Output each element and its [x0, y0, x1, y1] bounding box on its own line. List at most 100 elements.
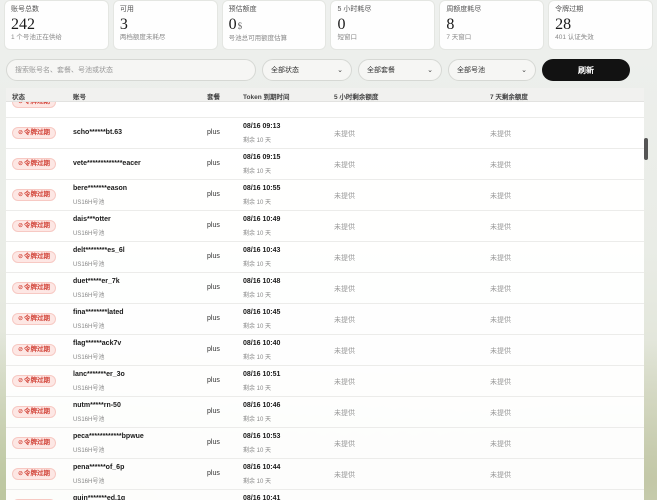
- search-input[interactable]: 搜索账号名、套餐、号池或状态: [6, 59, 256, 81]
- days-left: 剩余 10 天: [243, 355, 272, 361]
- header-token-expiry[interactable]: Token 到期时间: [243, 91, 289, 101]
- quota-7d: 未提供: [490, 348, 511, 355]
- plan-cell: plus: [207, 346, 220, 353]
- filter-bar: 搜索账号名、套餐、号池或状态 全部状态 ⌄ 全部套餐 ⌄ 全部号池 ⌄ 刷新: [6, 57, 651, 83]
- status-badge-text: 令牌过期: [24, 377, 51, 384]
- header-plan[interactable]: 套餐: [207, 91, 220, 101]
- table-row[interactable]: ⊘令牌过期 duet*****er_7k US16H号池 plus 08/16 10:4…: [6, 273, 644, 304]
- plan-cell: plus: [207, 191, 220, 198]
- stat-value: 0: [337, 16, 346, 33]
- token-expiry: 08/16 10:53: [243, 433, 281, 440]
- table-row[interactable]: ⊘令牌过期 bere*******eason US16H号池 plus 08/16 10…: [6, 180, 644, 211]
- plan-cell: plus: [207, 129, 220, 136]
- status-badge: ⊘令牌过期: [12, 220, 57, 232]
- header-status[interactable]: 状态: [12, 91, 25, 101]
- account-name: lanc*******er_3o: [73, 371, 125, 378]
- status-badge: ⊘令牌过期: [12, 313, 57, 325]
- token-expiry: 08/16 10:46: [243, 402, 281, 409]
- table-row[interactable]: ⊘令牌过期 peca************bpwue US16H号池 plus 08/…: [6, 428, 644, 459]
- token-expiry: 08/16 09:15: [243, 154, 281, 161]
- account-name: quin*******ed.1q: [73, 495, 126, 500]
- warning-icon: ⊘: [18, 285, 24, 291]
- table-row[interactable]: ⊘令牌过期 fina********lated US16H号池 plus 08/16 1…: [6, 304, 644, 335]
- table-row[interactable]: ⊘令牌过期 flag******ack7v US16H号池 plus 08/16 10:…: [6, 335, 644, 366]
- quota-5h: 未提供: [334, 348, 355, 355]
- stat-label: 账号总数: [11, 6, 39, 13]
- account-name: peca************bpwue: [73, 433, 144, 440]
- stat-label: 5 小时耗尽: [337, 6, 372, 13]
- plan-cell: plus: [207, 470, 220, 477]
- days-left: 剩余 10 天: [243, 200, 272, 206]
- plan-cell: plus: [207, 377, 220, 384]
- status-badge-text: 令牌过期: [24, 284, 51, 291]
- days-left: 剩余 10 天: [243, 262, 272, 268]
- quota-7d: 未提供: [490, 472, 511, 479]
- days-left: 剩余 10 天: [243, 386, 272, 392]
- status-badge: ⊘令牌过期: [12, 127, 57, 139]
- quota-5h: 未提供: [334, 224, 355, 231]
- table-row[interactable]: ⊘令牌过期 pena******of_6p US16H号池 plus 08/16 10:…: [6, 459, 644, 490]
- accounts-table: ⊘令牌过期⊘令牌过期scho******bt.63plus08/16 09:13…: [6, 88, 644, 500]
- account-pool: US16H号池: [73, 355, 105, 361]
- account-name: scho******bt.63: [73, 129, 123, 136]
- table-row[interactable]: ⊘令牌过期 nutm*****rn-50 US16H号池 plus 08/16 10:4…: [6, 397, 644, 428]
- status-badge-text: 令牌过期: [24, 470, 51, 477]
- warning-icon: ⊘: [18, 471, 24, 477]
- plan-cell: plus: [207, 439, 220, 446]
- quota-7d: 未提供: [490, 255, 511, 262]
- table-row[interactable]: ⊘令牌过期 scho******bt.63 plus 08/16 09:13 剩余 10…: [6, 118, 644, 149]
- days-left: 剩余 10 天: [243, 138, 272, 144]
- table-row[interactable]: ⊘令牌过期 dais***otter US16H号池 plus 08/16 10:49 剩…: [6, 211, 644, 242]
- warning-icon: ⊘: [18, 316, 24, 322]
- status-badge-text: 令牌过期: [24, 129, 51, 136]
- chevron-down-icon: ⌄: [427, 67, 433, 74]
- refresh-button[interactable]: 刷新: [542, 59, 630, 81]
- table-row[interactable]: ⊘令牌过期quin*******ed.1qUS16H号池plus08/16 10…: [6, 490, 644, 500]
- table-row[interactable]: ⊘令牌过期 delt********es_6l US16H号池 plus 08/16 1…: [6, 242, 644, 273]
- table-row[interactable]: ⊘令牌过期 lanc*******er_3o US16H号池 plus 08/16 10…: [6, 366, 644, 397]
- token-expiry: 08/16 10:49: [243, 216, 281, 223]
- account-pool: US16H号池: [73, 417, 105, 423]
- pool-select[interactable]: 全部号池 ⌄: [448, 59, 536, 81]
- stat-card-5h-exhausted: 5 小时耗尽 0 短窗口: [330, 0, 436, 50]
- status-badge-text: 令牌过期: [24, 408, 51, 415]
- quota-7d: 未提供: [490, 286, 511, 293]
- status-badge: ⊘令牌过期: [12, 251, 57, 263]
- header-7d-quota[interactable]: 7 天剩余额度: [490, 91, 528, 101]
- status-select[interactable]: 全部状态 ⌄: [262, 59, 352, 81]
- warning-icon: ⊘: [18, 223, 24, 229]
- scrollbar-thumb[interactable]: [644, 138, 648, 160]
- stat-card-weekly-exhausted: 周额度耗尽 8 7 天窗口: [439, 0, 545, 50]
- token-expiry: 08/16 10:45: [243, 309, 281, 316]
- plan-select-value: 全部套餐: [367, 67, 395, 74]
- stat-card-total: 账号总数 242 1 个号池正在供给: [4, 0, 109, 50]
- account-name: delt********es_6l: [73, 247, 125, 254]
- token-expiry: 08/16 09:13: [243, 123, 281, 130]
- stat-card-available: 可用 3 两档额度未耗尽: [112, 0, 218, 50]
- quota-5h: 未提供: [334, 410, 355, 417]
- header-account[interactable]: 账号: [73, 91, 86, 101]
- table-scrollbar[interactable]: [644, 88, 648, 500]
- warning-icon: ⊘: [18, 161, 24, 167]
- plan-select[interactable]: 全部套餐 ⌄: [358, 59, 442, 81]
- stat-label: 可用: [119, 6, 134, 13]
- quota-5h: 未提供: [334, 255, 355, 262]
- stat-sub: 短窗口: [337, 34, 357, 41]
- days-left: 剩余 10 天: [243, 479, 272, 485]
- days-left: 剩余 10 天: [243, 417, 272, 423]
- stats-bar: 账号总数 242 1 个号池正在供给 可用 3 两档额度未耗尽 预估额度 0$ …: [4, 0, 653, 50]
- status-badge-text: 令牌过期: [24, 346, 51, 353]
- table-row[interactable]: ⊘令牌过期 vete*************eacer plus 08/16 09:…: [6, 149, 644, 180]
- status-badge-text: 令牌过期: [24, 222, 51, 229]
- table-header: 状态 账号 套餐 Token 到期时间 5 小时剩余额度 7 天剩余额度: [6, 88, 644, 102]
- status-badge-text: 令牌过期: [24, 253, 51, 260]
- stat-card-token-expired: 令牌过期 28 401 认证失效: [548, 0, 653, 50]
- header-5h-quota[interactable]: 5 小时剩余额度: [334, 91, 378, 101]
- days-left: 剩余 10 天: [243, 169, 272, 175]
- status-badge: ⊘令牌过期: [12, 437, 57, 449]
- days-left: 剩余 10 天: [243, 324, 272, 330]
- token-expiry: 08/16 10:41: [243, 495, 281, 500]
- stat-card-estimated-quota: 预估额度 0$ 号池总可用额度估算: [221, 0, 327, 50]
- account-name: dais***otter: [73, 216, 111, 223]
- quota-7d: 未提供: [490, 193, 511, 200]
